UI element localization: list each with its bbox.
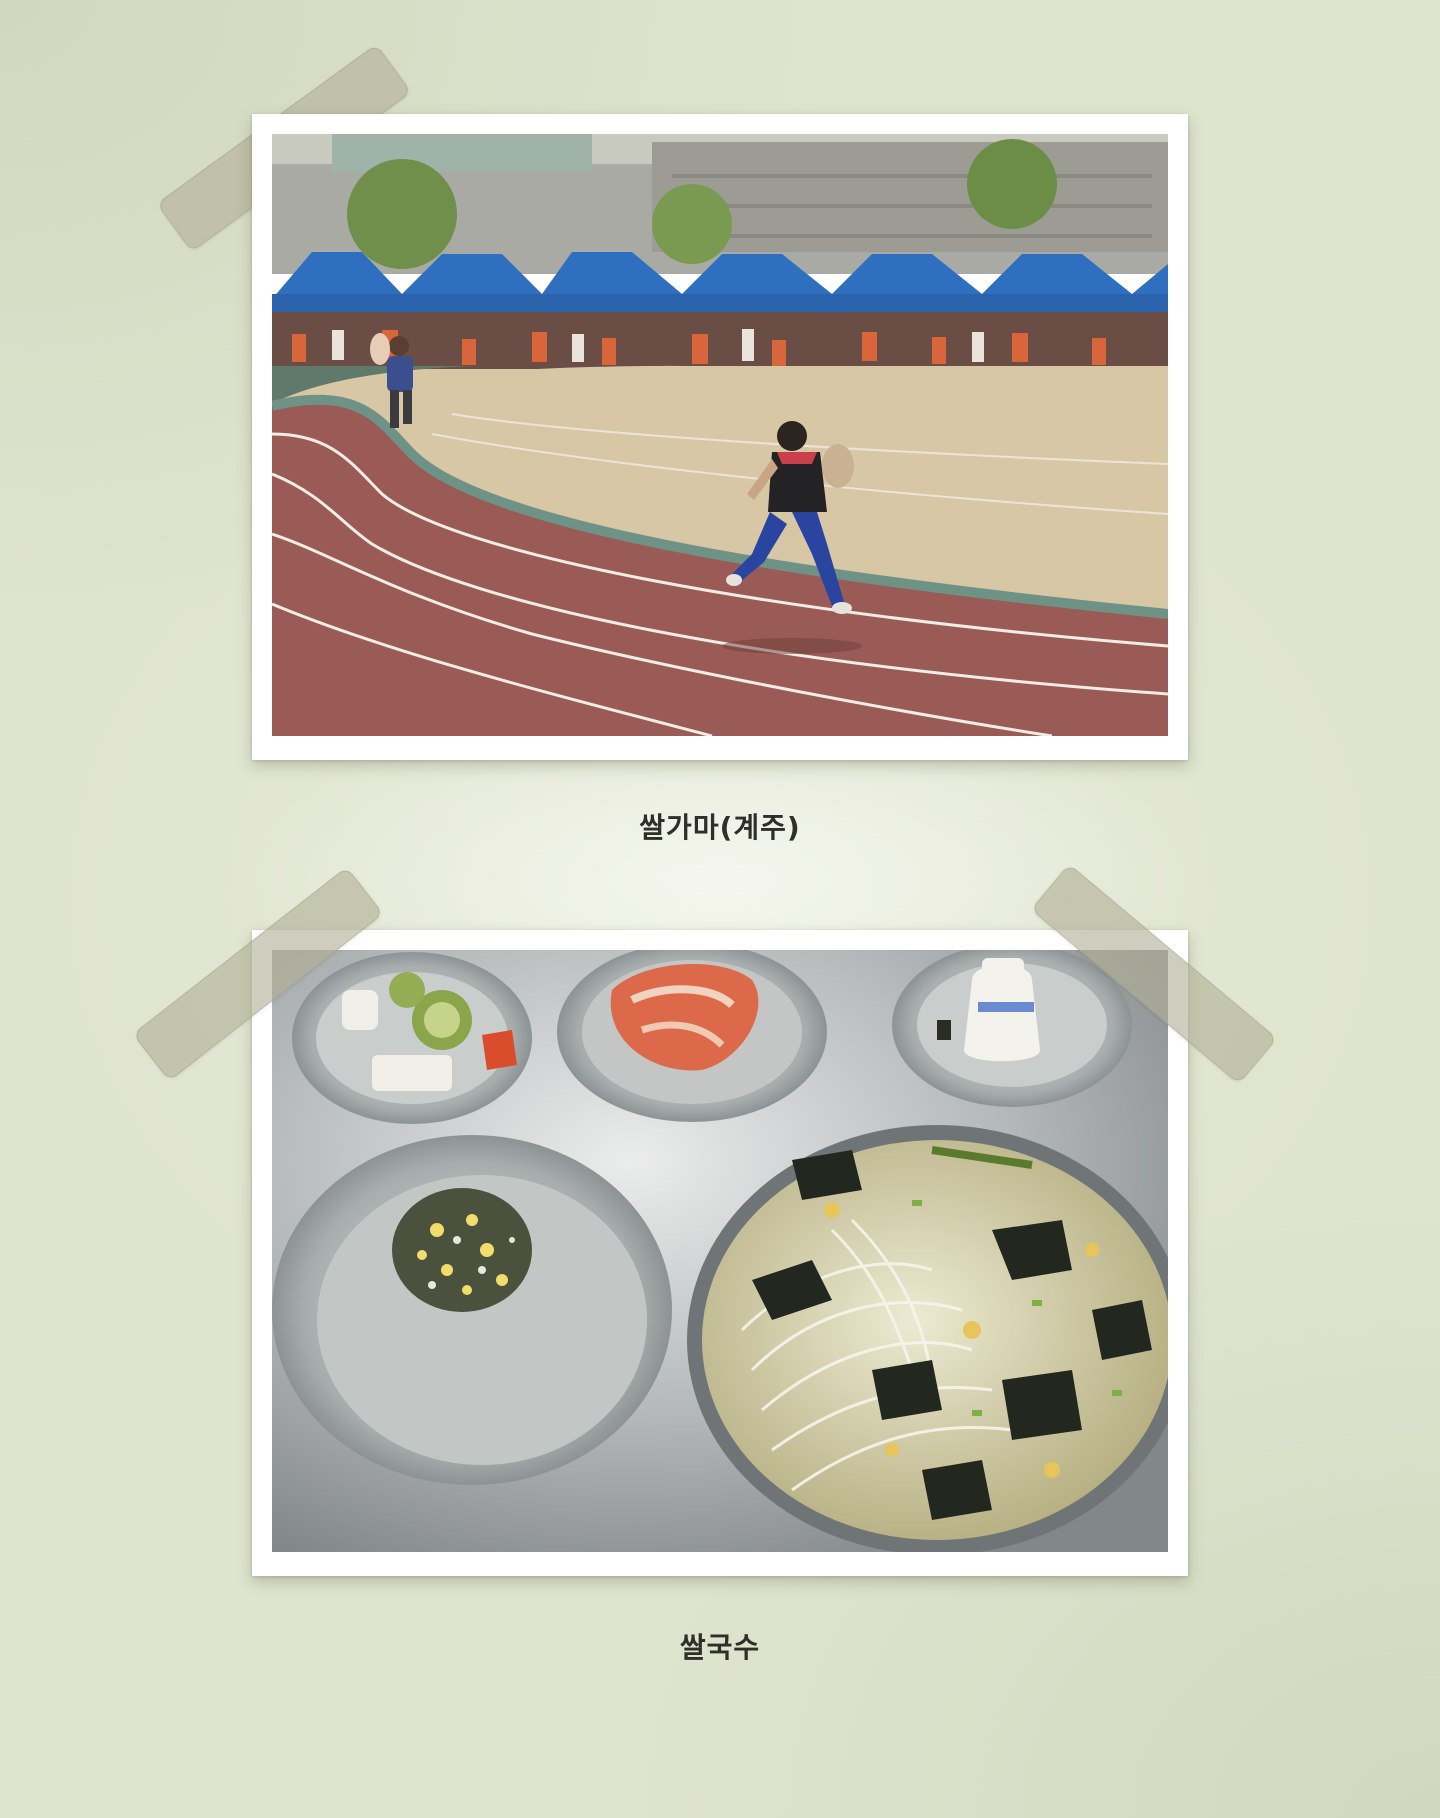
lunch-tray-image (272, 950, 1168, 1552)
photo-frame-lunch (252, 930, 1188, 1576)
photo-caption-lunch: 쌀국수 (679, 1631, 761, 1664)
relay-race-image (272, 134, 1168, 736)
relay-race-photo (272, 134, 1168, 736)
photo-caption-relay: 쌀가마(계주) (639, 811, 801, 844)
photo-frame-relay (252, 114, 1188, 760)
lunch-tray-photo (272, 950, 1168, 1552)
